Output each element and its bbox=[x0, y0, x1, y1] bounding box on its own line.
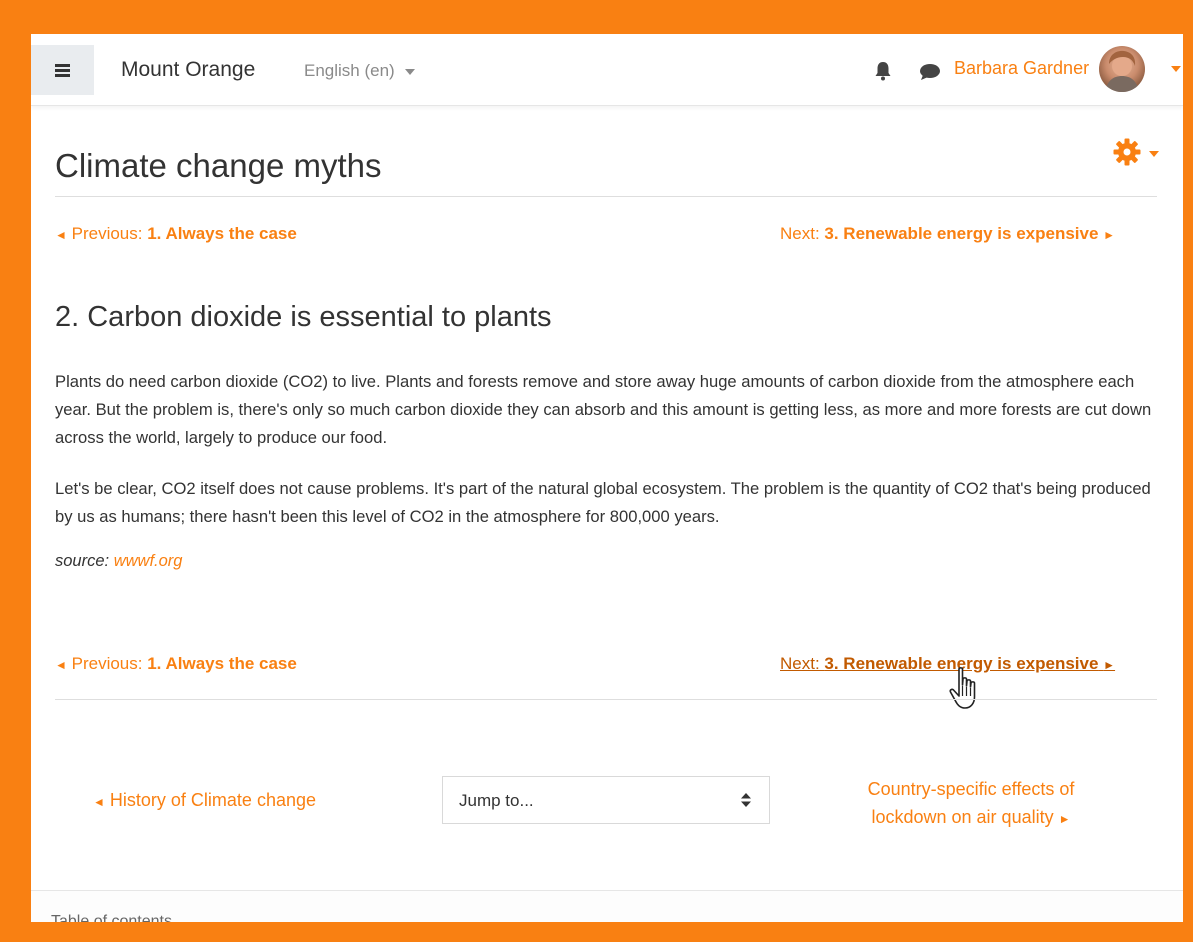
page-frame: Mount Orange English (en) Barbara Gardne… bbox=[31, 34, 1183, 922]
previous-chapter-title: 1. Always the case bbox=[147, 654, 297, 673]
user-menu-name[interactable]: Barbara Gardner bbox=[954, 58, 1089, 79]
previous-chapter-link-top[interactable]: ◄ Previous: 1. Always the case bbox=[55, 224, 297, 244]
previous-activity-link[interactable]: ◄ History of Climate change bbox=[93, 790, 316, 811]
next-activity-link[interactable]: Country-specific effects of lockdown on … bbox=[821, 775, 1121, 833]
previous-activity-title: History of Climate change bbox=[109, 790, 316, 810]
previous-chapter-link-bottom[interactable]: ◄ Previous: 1. Always the case bbox=[55, 654, 297, 674]
bell-icon[interactable] bbox=[874, 61, 892, 81]
next-activity-title-line2: lockdown on air quality bbox=[871, 807, 1054, 827]
next-activity-title-line1: Country-specific effects of bbox=[867, 779, 1075, 799]
sort-icon bbox=[741, 793, 751, 807]
next-prefix: Next: bbox=[780, 654, 825, 673]
arrow-right-icon: ► bbox=[1103, 658, 1116, 672]
arrow-left-icon: ◄ bbox=[55, 228, 67, 242]
chapter-title: 2. Carbon dioxide is essential to plants bbox=[55, 301, 552, 333]
paragraph: Let's be clear, CO2 itself does not caus… bbox=[55, 479, 1151, 526]
navbar: Mount Orange English (en) Barbara Gardne… bbox=[31, 34, 1183, 106]
site-name[interactable]: Mount Orange bbox=[121, 58, 255, 82]
source-link[interactable]: wwwf.org bbox=[114, 552, 183, 570]
caret-down-icon[interactable] bbox=[1149, 151, 1159, 157]
divider bbox=[55, 699, 1157, 700]
previous-prefix: Previous: bbox=[71, 654, 148, 673]
caret-down-icon[interactable] bbox=[1171, 66, 1181, 72]
next-chapter-title: 3. Renewable energy is expensive bbox=[824, 224, 1099, 243]
source-label: source: bbox=[55, 552, 114, 570]
menu-icon bbox=[55, 64, 70, 77]
source-line: source: wwwf.org bbox=[55, 552, 182, 571]
caret-down-icon bbox=[404, 68, 415, 75]
arrow-left-icon: ◄ bbox=[55, 658, 67, 672]
avatar[interactable] bbox=[1099, 46, 1145, 92]
footer-block: Table of contents bbox=[31, 890, 1183, 922]
next-prefix: Next: bbox=[780, 224, 825, 243]
previous-chapter-title: 1. Always the case bbox=[147, 224, 297, 243]
divider bbox=[55, 196, 1157, 197]
jump-to-select[interactable]: Jump to... bbox=[442, 776, 770, 824]
chat-icon[interactable] bbox=[919, 63, 941, 81]
gear-icon[interactable] bbox=[1112, 137, 1142, 167]
language-label: English (en) bbox=[304, 61, 395, 80]
jump-to-label: Jump to... bbox=[459, 791, 534, 810]
paragraph: Plants do need carbon dioxide (CO2) to l… bbox=[55, 372, 1152, 447]
arrow-left-icon: ◄ bbox=[93, 795, 105, 809]
menu-toggle-button[interactable] bbox=[31, 45, 94, 95]
hand-cursor-icon bbox=[949, 667, 976, 709]
arrow-right-icon: ► bbox=[1103, 228, 1116, 242]
page-title: Climate change myths bbox=[55, 147, 382, 184]
next-chapter-link-top[interactable]: Next: 3. Renewable energy is expensive ► bbox=[780, 224, 1115, 244]
language-menu[interactable]: English (en) bbox=[304, 61, 415, 81]
previous-prefix: Previous: bbox=[71, 224, 148, 243]
table-of-contents-label: Table of contents bbox=[51, 913, 172, 922]
arrow-right-icon: ► bbox=[1058, 812, 1071, 826]
